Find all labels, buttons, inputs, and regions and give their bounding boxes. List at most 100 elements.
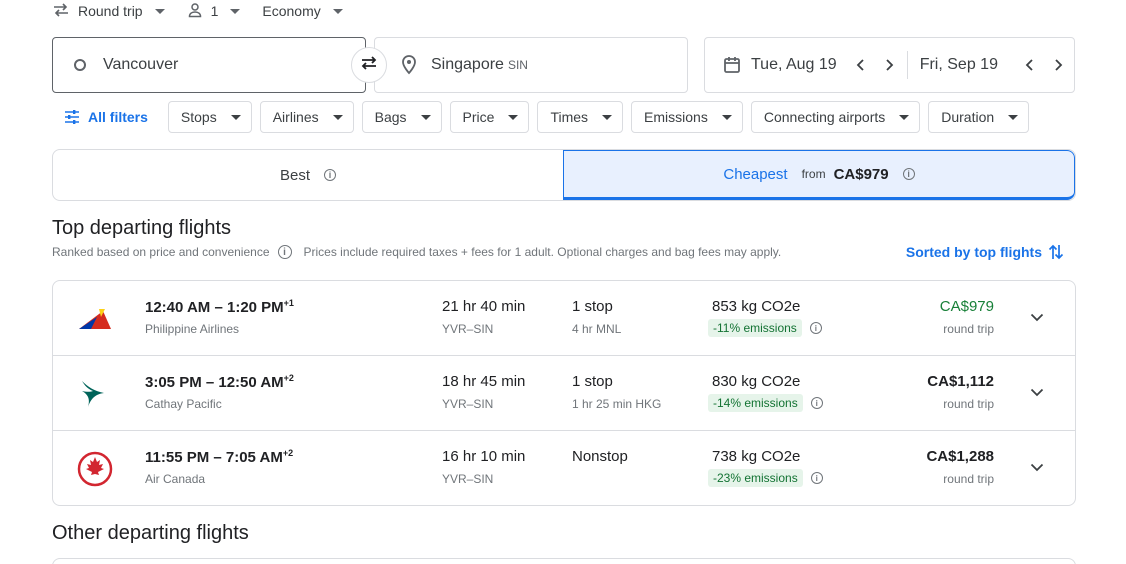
flight-price: CA$979	[939, 298, 994, 315]
expand-button[interactable]	[1027, 307, 1047, 327]
info-icon[interactable]: i	[324, 169, 336, 181]
tab-best-label: Best	[279, 166, 310, 184]
trip-type-select[interactable]: Round trip	[52, 2, 165, 21]
air-canada-logo	[75, 449, 115, 489]
flight-row[interactable]: 11:55 PM – 7:05 AM+2 Air Canada 16 hr 10…	[53, 431, 1075, 505]
chevron-down-icon	[602, 114, 613, 120]
times-text: 12:40 AM – 1:20 PM	[145, 299, 284, 316]
info-icon[interactable]: i	[810, 472, 823, 484]
chip-label: Times	[550, 109, 589, 125]
philippine-airlines-logo	[75, 299, 115, 339]
tab-cheapest[interactable]: Cheapest from CA$979 i	[563, 150, 1075, 200]
chevron-right-icon[interactable]	[875, 58, 903, 72]
flight-price: CA$1,288	[926, 448, 994, 465]
depart-date-group: Tue, Aug 19	[705, 38, 903, 92]
ranked-text: Ranked based on price and convenience	[52, 245, 270, 259]
depart-date-input[interactable]: Tue, Aug 19	[751, 56, 837, 74]
info-icon[interactable]: i	[810, 397, 823, 409]
sort-arrows-icon	[1048, 243, 1064, 261]
filter-chip-airlines[interactable]: Airlines	[259, 101, 354, 133]
times-text: 3:05 PM – 12:50 AM	[145, 374, 284, 391]
flight-times: 3:05 PM – 12:50 AM+2	[145, 373, 294, 391]
tab-cheapest-price: CA$979	[833, 165, 889, 183]
cabin-label: Economy	[262, 3, 321, 19]
chip-label: Duration	[941, 109, 995, 125]
trip-type-label: Round trip	[78, 3, 143, 19]
section-title: Top departing flights	[52, 217, 232, 239]
chevron-down-icon	[154, 8, 165, 14]
chip-label: Bags	[374, 109, 407, 125]
expand-button[interactable]	[1027, 457, 1047, 477]
chevron-down-icon	[1030, 463, 1044, 472]
info-icon[interactable]: i	[902, 168, 915, 180]
destination-field[interactable]: Singapore SIN	[374, 37, 688, 93]
flight-route: YVR–SIN	[442, 472, 494, 486]
expand-button[interactable]	[1027, 382, 1047, 402]
all-filters-button[interactable]: All filters	[52, 101, 160, 133]
chevron-down-icon	[1008, 114, 1019, 120]
chip-label: Stops	[180, 109, 217, 125]
filter-chip-emissions[interactable]: Emissions	[631, 101, 743, 133]
filter-bar: All filters Stops Airlines Bags Price Ti…	[52, 101, 1030, 133]
tab-best[interactable]: Best i	[53, 150, 563, 200]
swap-locations-button[interactable]	[351, 47, 387, 83]
info-icon[interactable]: i	[277, 245, 292, 259]
co2-value: 853 kg CO2e	[712, 298, 801, 315]
origin-input[interactable]: Vancouver	[103, 56, 178, 74]
flight-duration: 21 hr 40 min	[442, 298, 526, 315]
person-icon	[187, 2, 203, 21]
chip-label: Connecting airports	[763, 109, 886, 125]
section-subtitle: Ranked based on price and convenience i …	[52, 245, 781, 259]
co2-value: 738 kg CO2e	[712, 448, 801, 465]
chevron-down-icon	[332, 8, 343, 14]
flight-row[interactable]: 3:05 PM – 12:50 AM+2 Cathay Pacific 18 h…	[53, 356, 1075, 431]
stop-detail: 1 hr 25 min HKG	[572, 397, 662, 411]
filter-chip-times[interactable]: Times	[537, 101, 624, 133]
filter-chip-stops[interactable]: Stops	[167, 101, 252, 133]
filter-chip-bags[interactable]: Bags	[361, 101, 442, 133]
chevron-left-icon[interactable]	[847, 58, 875, 72]
all-filters-label: All filters	[88, 109, 148, 125]
flight-times: 12:40 AM – 1:20 PM+1	[145, 298, 294, 316]
other-section-title: Other departing flights	[52, 522, 249, 544]
flight-stops: 1 stop	[572, 298, 613, 315]
day-offset: +2	[283, 373, 294, 383]
filter-chip-connecting-airports[interactable]: Connecting airports	[750, 101, 921, 133]
passengers-count: 1	[210, 3, 219, 19]
price-type: round trip	[943, 322, 994, 336]
flight-stops: Nonstop	[572, 448, 628, 465]
emissions-badge: -14% emissions	[708, 394, 803, 412]
day-offset: +2	[282, 448, 294, 458]
airline-name: Cathay Pacific	[145, 397, 222, 411]
other-flights-list	[52, 558, 1076, 564]
filter-chip-price[interactable]: Price	[449, 101, 530, 133]
origin-field[interactable]: Vancouver	[52, 37, 366, 93]
flight-duration: 16 hr 10 min	[442, 448, 526, 465]
chevron-left-icon[interactable]	[1016, 58, 1044, 72]
destination-input[interactable]: Singapore	[431, 56, 504, 74]
passengers-select[interactable]: 1	[187, 2, 241, 21]
calendar-icon	[723, 56, 741, 74]
emissions-badge: -23% emissions	[708, 469, 803, 487]
location-pin-icon	[401, 55, 417, 75]
price-type: round trip	[943, 472, 994, 486]
sort-button[interactable]: Sorted by top flights	[906, 243, 1064, 261]
date-divider	[906, 51, 908, 79]
airline-name: Air Canada	[145, 472, 206, 486]
cabin-select[interactable]: Economy	[262, 3, 343, 19]
info-icon[interactable]: i	[809, 322, 822, 334]
chevron-down-icon	[332, 114, 343, 120]
chevron-right-icon[interactable]	[1044, 58, 1072, 72]
return-date-input[interactable]: Fri, Sep 19	[920, 56, 998, 74]
filter-chip-duration[interactable]: Duration	[928, 101, 1030, 133]
chevron-down-icon	[508, 114, 519, 120]
flight-row[interactable]: 12:40 AM – 1:20 PM+1 Philippine Airlines…	[53, 281, 1075, 356]
chevron-down-icon	[420, 114, 431, 120]
tab-cheapest-from: from	[801, 167, 826, 181]
flight-times: 11:55 PM – 7:05 AM+2	[145, 448, 293, 466]
sorted-label: Sorted by top flights	[905, 244, 1042, 260]
price-note: Prices include required taxes + fees for…	[303, 245, 782, 259]
emissions-badge-group: -11% emissions i	[708, 319, 822, 337]
chip-label: Airlines	[272, 109, 319, 125]
airline-name: Philippine Airlines	[145, 322, 240, 336]
